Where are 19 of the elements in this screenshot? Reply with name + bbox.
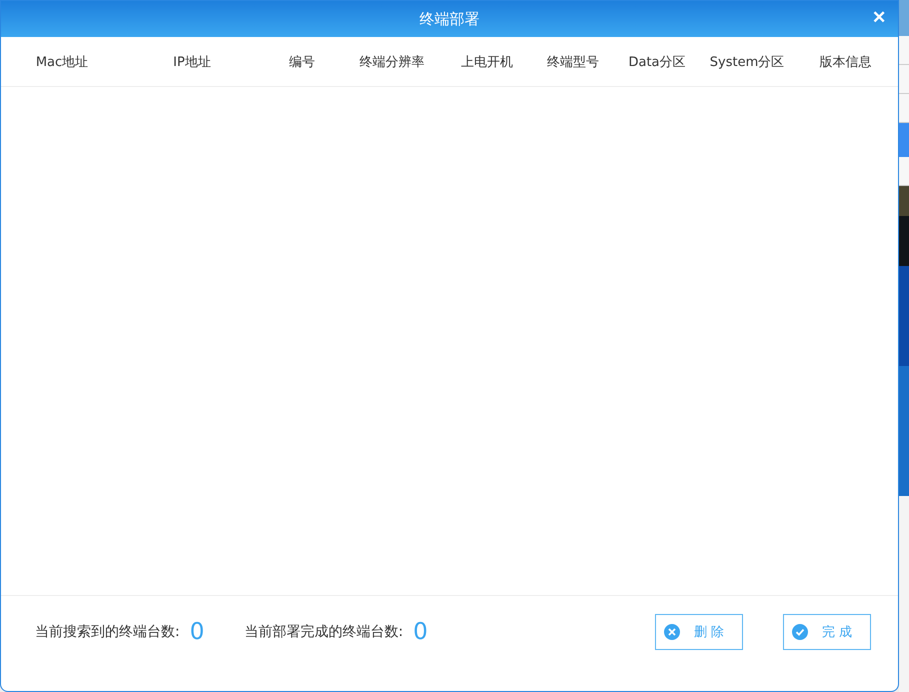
column-header: 版本信息 <box>818 54 872 70</box>
column-header: 终端型号 <box>546 54 600 70</box>
column-header: System分区 <box>708 54 786 70</box>
column-header: 终端分辨率 <box>358 54 426 70</box>
close-icon <box>664 624 680 640</box>
check-icon <box>792 624 808 640</box>
column-header: 编号 <box>288 54 316 70</box>
count-label: 当前部署完成的终端台数: <box>244 623 404 641</box>
count-label: 当前搜索到的终端台数: <box>35 623 180 641</box>
column-header: 上电开机 <box>460 54 514 70</box>
column-header: IP地址 <box>172 54 212 70</box>
done-button[interactable]: 完 成 <box>783 614 871 650</box>
count-value: 0 <box>190 619 204 645</box>
dialog-title: 终端部署 <box>420 10 480 28</box>
count-value: 0 <box>413 619 428 645</box>
column-header: Data分区 <box>627 54 687 70</box>
close-button[interactable]: ✕ <box>872 7 886 28</box>
column-header: Mac地址 <box>34 54 90 70</box>
delete-button[interactable]: 删 除 <box>655 614 743 650</box>
